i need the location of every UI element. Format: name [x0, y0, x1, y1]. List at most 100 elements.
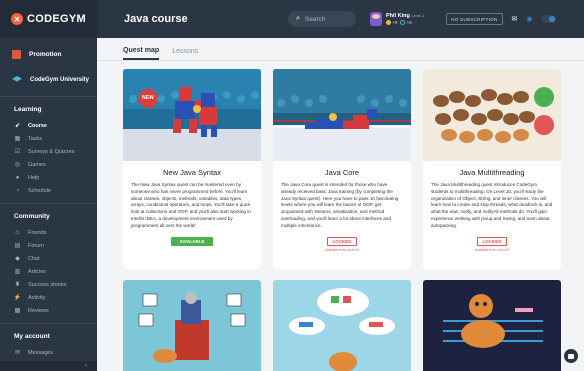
locked-button[interactable]: LOCKED: [477, 236, 507, 246]
envelope-icon[interactable]: ✉: [512, 15, 518, 23]
section-title-account: My account: [14, 333, 50, 340]
search-placeholder: Search: [304, 15, 326, 23]
sidebar-item-reviews[interactable]: ▩ Reviews: [0, 304, 97, 317]
user-profile[interactable]: Phil King Level 1 +9 +8: [370, 12, 424, 26]
sidebar-item-surveys[interactable]: ☑ Surveys & Quizzes: [0, 145, 97, 158]
quest-illustration: [123, 280, 261, 371]
gamepad-icon: ◎: [14, 162, 21, 168]
coins-value: +9: [392, 19, 398, 25]
search-icon: ⌕: [296, 15, 300, 22]
trophy-icon: ♜: [14, 282, 21, 288]
locked-button[interactable]: LOCKED: [327, 236, 357, 246]
sidebar-item-forum[interactable]: ▤ Forum: [0, 239, 97, 252]
avatar: [370, 12, 382, 26]
section-title-learning: Learning: [14, 106, 42, 113]
gift-icon: [12, 49, 21, 59]
logo[interactable]: ✕ CODEGYM: [0, 0, 97, 38]
help-icon: ●: [15, 174, 20, 181]
chat-bubble-button[interactable]: [564, 349, 578, 363]
quest-card-java-multithreading[interactable]: Java Multithreading The Java Multithread…: [423, 69, 561, 269]
coins-stat: +9: [386, 19, 398, 26]
top-bar: Java course ⌕ Search Phil King Level 1 +…: [97, 0, 584, 38]
forum-icon: ▤: [14, 243, 21, 249]
quest-card-row2-2[interactable]: [273, 280, 411, 371]
graduation-cap-icon: [12, 76, 22, 82]
cat-space-illustration: [423, 280, 561, 371]
sidebar-item-chat[interactable]: ◆ Chat: [0, 252, 97, 265]
user-stats: +9 +8: [386, 19, 424, 26]
envelope-icon: ✉: [14, 350, 21, 356]
sidebar-item-friends[interactable]: ☺ Friends: [0, 226, 97, 239]
user-info: Phil King Level 1 +9 +8: [386, 13, 424, 26]
friends-icon: ☺: [14, 229, 21, 236]
card-title: New Java Syntax: [163, 168, 221, 177]
sidebar: ✕ CODEGYM Promotion CodeGym University L…: [0, 0, 97, 371]
sidebar-item-label: Forum: [28, 242, 44, 249]
card-description: The Java Multithreading quest introduces…: [431, 182, 553, 228]
sidebar-item-label: Surveys & Quizzes: [28, 148, 75, 155]
sidebar-item-label: Chat: [28, 255, 40, 262]
cat-office-illustration: [123, 280, 261, 371]
sidebar-item-label: Tasks: [28, 135, 43, 142]
quest-illustration: [423, 280, 561, 371]
articles-icon: ▥: [14, 269, 21, 275]
sidebar-item-success-stories[interactable]: ♜ Success stories: [0, 278, 97, 291]
availability-note: Available from Level 10: [324, 247, 360, 252]
coin-icon: [386, 20, 391, 26]
page-title: Java course: [124, 13, 188, 25]
sidebar-item-schedule[interactable]: ◔ Schedule: [0, 184, 97, 197]
sidebar-item-university[interactable]: CodeGym University: [0, 70, 97, 90]
user-name-text: Phil King: [386, 12, 410, 19]
card-title: Java Multithreading: [459, 168, 525, 177]
sidebar-item-tasks[interactable]: ▦ Tasks: [0, 132, 97, 145]
logo-icon: ✕: [11, 13, 23, 25]
sidebar-item-promotion[interactable]: Promotion: [0, 44, 97, 64]
tab-bar: Quest map Lessons: [97, 38, 584, 61]
sidebar-item-label: CodeGym University: [30, 77, 90, 83]
tab-quest-map[interactable]: Quest map: [123, 47, 160, 60]
user-level: Level 1: [411, 12, 425, 18]
sidebar-item-course[interactable]: ➶ Course: [0, 119, 97, 132]
tasks-icon: ▦: [14, 136, 21, 142]
quest-card-row2-1[interactable]: [123, 280, 261, 371]
search-input[interactable]: ⌕ Search: [288, 11, 356, 27]
sidebar-item-games[interactable]: ◎ Games: [0, 158, 97, 171]
sidebar-item-label: Friends: [28, 229, 47, 236]
sidebar-item-label: Games: [28, 161, 46, 168]
sidebar-item-label: Messages: [28, 349, 54, 356]
user-name: Phil King Level 1: [386, 13, 424, 19]
availability-note: Available from Level 20: [474, 247, 510, 252]
chat-icon: ◆: [15, 256, 20, 262]
sidebar-item-label: Schedule: [28, 187, 51, 194]
quest-card-java-core[interactable]: Java Core The Java Core quest is intende…: [273, 69, 411, 269]
sidebar-item-label: Articles: [28, 268, 47, 275]
card-body: Java Core The Java Core quest is intende…: [273, 161, 411, 258]
quest-illustration: [423, 69, 561, 161]
card-title: Java Core: [324, 168, 360, 177]
lights-stat: +8: [400, 19, 412, 26]
sidebar-collapse-button[interactable]: ‹: [0, 361, 97, 371]
tab-lessons[interactable]: Lessons: [172, 48, 198, 60]
card-description: The New Java Syntax quest can be mastere…: [131, 182, 251, 228]
sidebar-item-label: Promotion: [29, 50, 62, 58]
robots-ring-illustration: [273, 69, 411, 161]
light-icon: [400, 20, 406, 26]
settings-toggle[interactable]: [541, 15, 556, 23]
sidebar-item-label: Reviews: [28, 307, 49, 314]
quest-card-java-syntax[interactable]: NEW New Java Syntax The New Java Syntax …: [123, 69, 261, 269]
schedule-icon: ◔: [15, 187, 20, 194]
sidebar-item-articles[interactable]: ▥ Articles: [0, 265, 97, 278]
sidebar-item-label: Success stories: [28, 281, 67, 288]
sidebar-item-label: Activity: [28, 294, 46, 301]
sidebar-item-help[interactable]: ● Help: [0, 171, 97, 184]
quest-card-row2-3[interactable]: [423, 280, 561, 371]
notification-icon[interactable]: ◉: [526, 15, 532, 23]
quest-illustration: NEW: [123, 69, 261, 161]
available-button[interactable]: AVAILABLE: [171, 236, 213, 246]
sidebar-item-activity[interactable]: ⚡ Activity: [0, 291, 97, 304]
sidebar-item-label: Help: [28, 174, 40, 181]
sidebar-item-messages[interactable]: ✉ Messages: [0, 346, 97, 359]
subscription-button[interactable]: NO SUBSCRIPTION: [446, 13, 503, 25]
lights-value: +8: [406, 19, 412, 25]
cats-crowd-illustration: [423, 69, 561, 161]
